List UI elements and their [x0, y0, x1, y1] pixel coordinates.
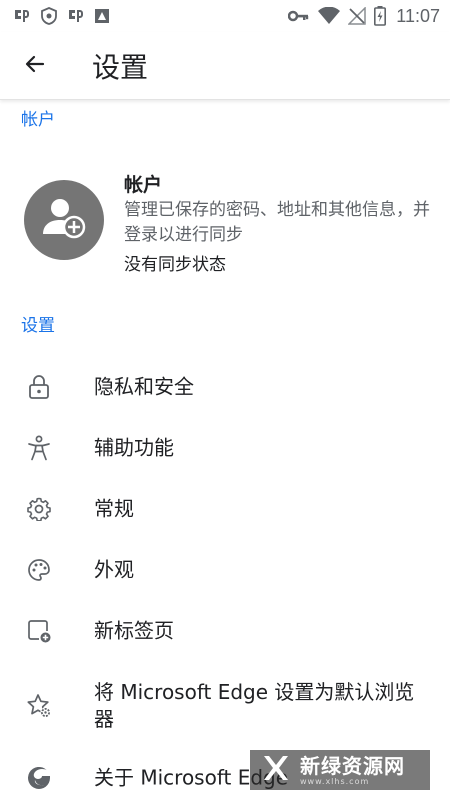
add-user-icon	[40, 196, 88, 244]
account-title: 帐户	[124, 174, 163, 196]
battery-charging-icon	[374, 6, 387, 26]
lock-icon	[26, 374, 52, 400]
settings-item-appearance[interactable]: 外观	[0, 540, 450, 600]
settings-item-new-tab[interactable]: 新标签页	[0, 601, 450, 661]
page-title: 设置	[92, 50, 149, 84]
settings-item-label: 辅助功能	[94, 435, 174, 460]
settings-item-label: 新标签页	[94, 618, 174, 643]
wifi-icon	[318, 7, 341, 25]
settings-item-privacy[interactable]: 隐私和安全	[0, 357, 450, 417]
status-time: 11:07	[396, 5, 440, 26]
sync-status: 没有同步状态	[124, 255, 226, 275]
account-description: 管理已保存的密码、地址和其他信息，并登录以进行同步	[124, 200, 430, 245]
gear-icon	[26, 496, 52, 522]
avatar	[24, 180, 104, 260]
settings-item-default-browser[interactable]: 将 Microsoft Edge 设置为默认浏览器	[0, 674, 450, 738]
bug-icon	[66, 6, 86, 26]
status-bar-notifications	[12, 6, 110, 26]
settings-item-general[interactable]: 常规	[0, 479, 450, 539]
account-item[interactable]: 帐户 管理已保存的密码、地址和其他信息，并登录以进行同步 没有同步状态	[0, 158, 450, 288]
arrow-left-icon	[23, 52, 47, 80]
settings-section-header: 设置	[21, 316, 55, 336]
shield-icon	[40, 7, 58, 25]
palette-icon	[26, 557, 52, 583]
accessibility-icon	[26, 435, 52, 461]
watermark-logo-icon	[262, 754, 292, 786]
settings-item-label: 隐私和安全	[94, 374, 194, 399]
settings-item-label: 外观	[94, 557, 134, 582]
settings-item-label: 将 Microsoft Edge 设置为默认浏览器	[94, 680, 415, 731]
status-bar: 11:07	[0, 0, 450, 32]
no-signal-icon	[348, 7, 367, 25]
key-icon	[288, 9, 310, 23]
adb-icon	[94, 8, 110, 24]
settings-item-label: 常规	[94, 496, 134, 521]
watermark: 新绿资源网 www.xlhs.com	[250, 750, 430, 790]
edge-logo-icon	[26, 765, 52, 791]
watermark-text: 新绿资源网	[300, 753, 405, 778]
new-tab-icon	[26, 618, 52, 644]
status-bar-system: 11:07	[288, 6, 440, 27]
watermark-subtext: www.xlhs.com	[300, 776, 370, 786]
star-gear-icon	[26, 693, 52, 719]
toolbar: 设置	[0, 32, 450, 100]
back-button[interactable]	[15, 46, 55, 86]
account-section-header: 帐户	[21, 110, 55, 130]
settings-item-accessibility[interactable]: 辅助功能	[0, 418, 450, 478]
bug-icon	[12, 6, 32, 26]
